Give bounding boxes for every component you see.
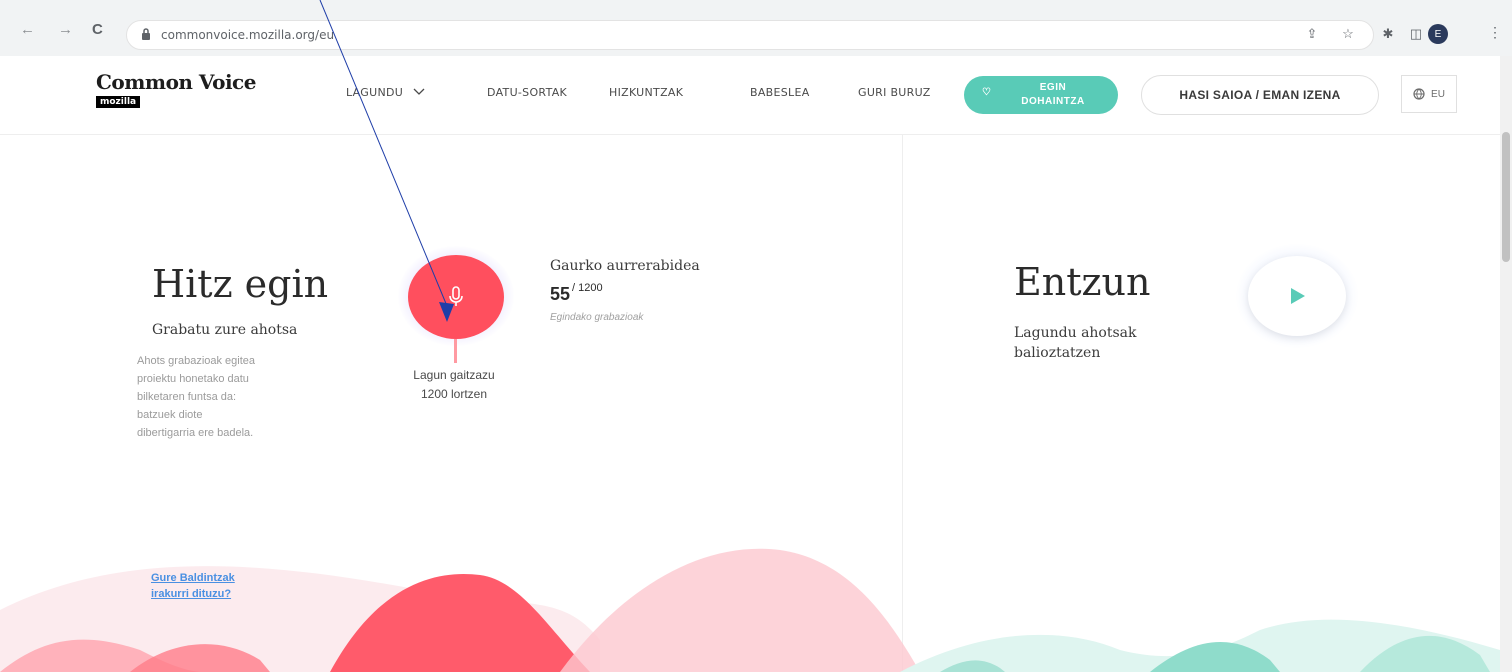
progress-title: Gaurko aurrerabidea xyxy=(550,258,700,274)
reload-icon[interactable]: C xyxy=(92,22,103,37)
nav-lagundu[interactable]: LAGUNDU xyxy=(346,86,425,99)
profile-avatar[interactable]: E xyxy=(1428,24,1448,44)
listen-subtitle: Lagundu ahotsak balioztatzen xyxy=(1014,325,1137,361)
extensions-icon[interactable]: ✱ xyxy=(1380,26,1396,42)
microphone-icon xyxy=(449,286,463,306)
play-button[interactable] xyxy=(1248,256,1346,336)
browser-toolbar: ← → C commonvoice.mozilla.org/eu ⇪ ☆ ✱ ◫… xyxy=(0,0,1512,57)
mic-connector xyxy=(454,339,457,363)
share-icon[interactable]: ⇪ xyxy=(1304,26,1320,42)
donate-button[interactable]: ♡ EGIN DOHAINTZA xyxy=(964,76,1118,114)
language-label: EU xyxy=(1431,88,1445,100)
speak-subtitle: Grabatu zure ahotsa xyxy=(152,322,298,338)
language-selector[interactable]: EU xyxy=(1401,75,1457,113)
help-goal-text: Lagun gaitzazu 1200 lortzen xyxy=(413,368,495,401)
logo-title[interactable]: Common Voice xyxy=(96,70,256,94)
play-icon xyxy=(1291,288,1305,304)
record-button[interactable] xyxy=(408,255,504,339)
back-icon[interactable]: ← xyxy=(20,22,35,37)
mozilla-logo[interactable]: mozilla xyxy=(96,96,141,108)
side-panel-icon[interactable]: ◫ xyxy=(1408,26,1424,42)
listen-title: Entzun xyxy=(1014,260,1151,304)
url-text: commonvoice.mozilla.org/eu xyxy=(161,28,335,42)
nav-guri-buruz[interactable]: GURI BURUZ xyxy=(858,86,931,99)
scrollbar-thumb[interactable] xyxy=(1502,132,1510,262)
site-header: Common Voice mozilla LAGUNDU DATU-SORTAK… xyxy=(0,56,1500,135)
login-signup-button[interactable]: HASI SAIOA / EMAN IZENA xyxy=(1141,75,1379,115)
nav-lagundu-label: LAGUNDU xyxy=(346,86,404,99)
nav-hizkuntzak[interactable]: HIZKUNTZAK xyxy=(609,86,683,99)
forward-icon[interactable]: → xyxy=(58,22,73,37)
donate-label-line1: EGIN xyxy=(1039,82,1067,93)
terms-link[interactable]: Gure Baldintzak irakurri dituzu? xyxy=(151,570,241,602)
address-bar[interactable]: commonvoice.mozilla.org/eu xyxy=(126,20,1374,50)
progress-goal: / 1200 xyxy=(572,282,603,294)
heart-icon: ♡ xyxy=(982,87,992,98)
lock-icon xyxy=(142,28,150,40)
donate-label-line2: DOHAINTZA xyxy=(1021,96,1085,107)
page-scrollbar[interactable] xyxy=(1500,56,1512,672)
speak-title: Hitz egin xyxy=(152,262,329,306)
chevron-down-icon xyxy=(413,88,425,95)
browser-menu-icon[interactable]: ⋮ xyxy=(1488,24,1502,41)
globe-icon xyxy=(1413,88,1425,100)
speak-description: Ahots grabazioak egitea proiektu honetak… xyxy=(137,355,256,439)
nav-babeslea[interactable]: BABESLEA xyxy=(750,86,810,99)
bookmark-star-icon[interactable]: ☆ xyxy=(1340,26,1356,42)
progress-caption: Egindako grabazioak xyxy=(550,312,644,323)
progress-count: 55 xyxy=(550,284,571,304)
nav-datu-sortak[interactable]: DATU-SORTAK xyxy=(487,86,567,99)
